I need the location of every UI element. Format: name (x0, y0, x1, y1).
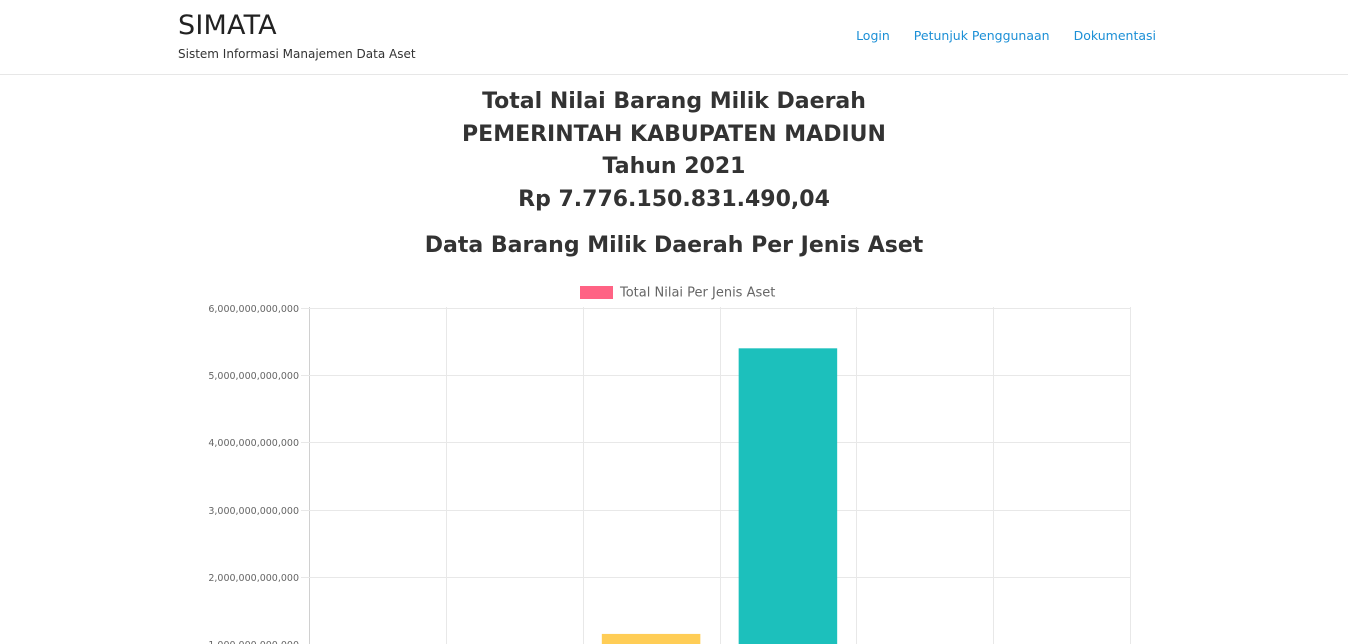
y-tick-label: 4,000,000,000,000 (208, 438, 299, 449)
asset-summary: Total Nilai Barang Milik Daerah PEMERINT… (0, 86, 1348, 216)
chart-heading: Data Barang Milik Daerah Per Jenis Aset (424, 233, 924, 258)
y-tick-label: 3,000,000,000,000 (208, 506, 299, 517)
nav-login-link[interactable]: Login (856, 27, 890, 45)
brand-subtitle: Sistem Informasi Manajemen Data Aset (178, 47, 416, 61)
brand[interactable]: SIMATA Sistem Informasi Manajemen Data A… (178, 10, 416, 62)
nav-petunjuk-penggunaan-link[interactable]: Petunjuk Penggunaan (914, 27, 1050, 45)
bar (601, 633, 701, 644)
y-tick-label: 1,000,000,000,000 (208, 640, 299, 644)
nav-menu: Login Petunjuk Penggunaan Dokumentasi (856, 27, 1156, 45)
summary-title: Total Nilai Barang Milik Daerah (482, 89, 866, 114)
y-tick-label: 6,000,000,000,000 (208, 304, 299, 315)
summary-total-value: Rp 7.776.150.831.490,04 (518, 186, 830, 212)
bar (738, 348, 838, 644)
nav-dokumentasi-link[interactable]: Dokumentasi (1074, 27, 1156, 45)
legend-label: Total Nilai Per Jenis Aset (619, 286, 775, 301)
top-navbar: SIMATA Sistem Informasi Manajemen Data A… (0, 0, 1348, 75)
summary-government: PEMERINTAH KABUPATEN MADIUN (462, 121, 886, 147)
legend-swatch (580, 286, 613, 299)
y-tick-label: 5,000,000,000,000 (208, 371, 299, 382)
brand-title: SIMATA (178, 10, 277, 41)
summary-year: Tahun 2021 (602, 154, 746, 179)
y-tick-label: 2,000,000,000,000 (208, 573, 299, 584)
